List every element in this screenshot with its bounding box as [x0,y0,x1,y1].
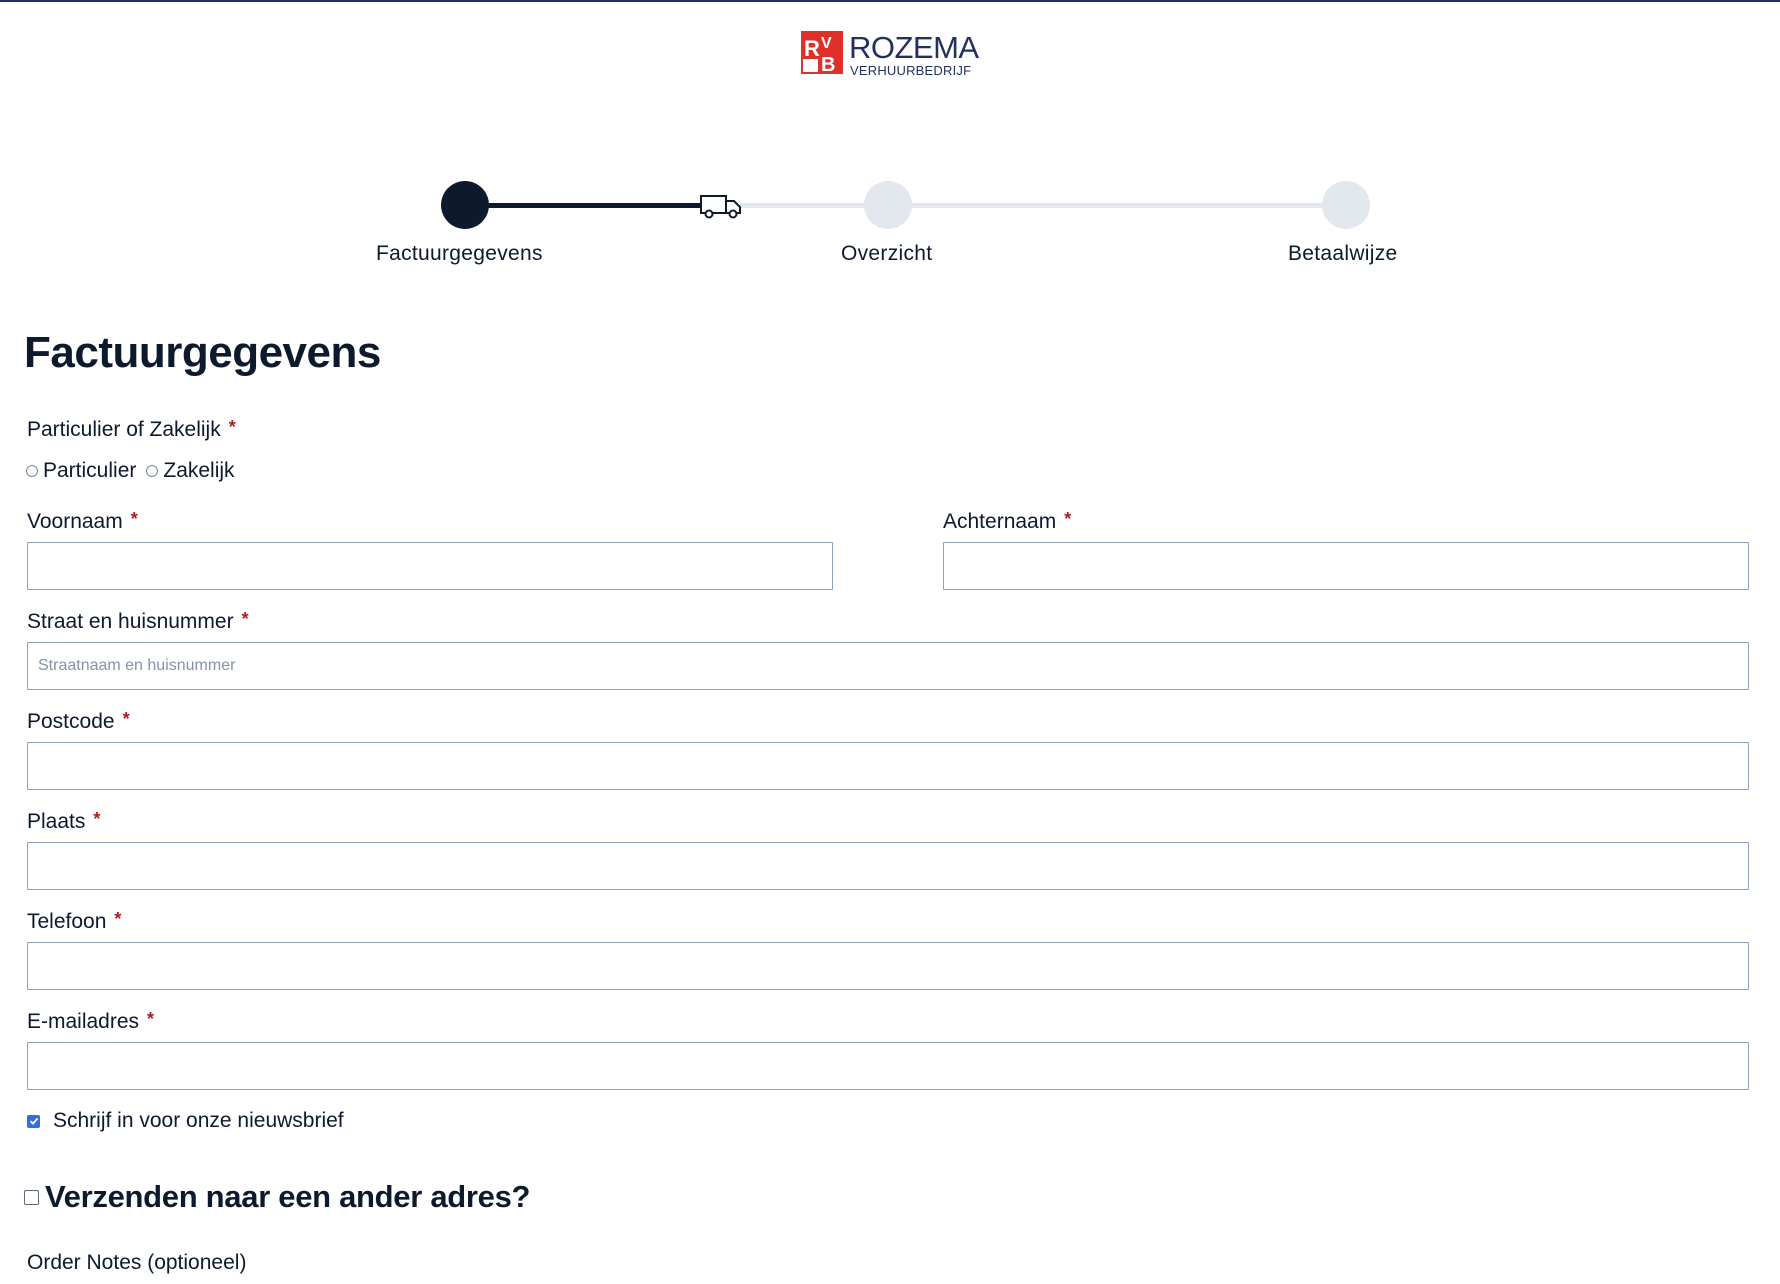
svg-text:B: B [821,54,835,74]
required-marker: * [228,417,236,437]
customer-type-radio-group: Particulier Zakelijk [26,457,245,485]
required-marker: * [114,909,122,929]
customer-type-label-text: Particulier of Zakelijk [27,418,221,441]
last-name-label: Achternaam * [943,509,1071,535]
step-label-overzicht[interactable]: Overzicht [841,242,932,266]
brand-logo[interactable]: R V B ROZEMA VERHUURBEDRIJF [801,30,981,78]
stepper-remaining-track [740,203,1346,208]
city-input[interactable] [27,842,1749,890]
newsletter-label[interactable]: Schrijf in voor onze nieuwsbrief [53,1109,344,1133]
brand-subtitle: VERHUURBEDRIJF [850,63,972,78]
email-label-text: E-mailadres [27,1010,140,1033]
phone-label-text: Telefoon [27,910,107,933]
newsletter-option: Schrijf in voor onze nieuwsbrief [27,1109,344,1133]
step-dot-betaalwijze[interactable] [1322,181,1370,229]
truck-icon [700,195,741,219]
required-marker: * [241,609,249,629]
last-name-label-text: Achternaam [943,510,1057,533]
order-notes-label: Order Notes (optioneel) [27,1251,247,1274]
phone-label: Telefoon * [27,909,121,935]
brand-name: ROZEMA [849,30,979,65]
phone-input[interactable] [27,942,1749,990]
page-title: Factuurgegevens [24,328,381,377]
city-label: Plaats * [27,809,100,835]
email-label: E-mailadres * [27,1009,154,1035]
postcode-label-text: Postcode [27,710,115,733]
ship-different-label[interactable]: Verzenden naar een ander adres? [45,1179,530,1215]
rvb-logo-icon: R V B [801,31,843,74]
required-marker: * [130,509,138,529]
ship-different-option: Verzenden naar een ander adres? [24,1179,530,1215]
step-dot-factuurgegevens[interactable] [441,181,489,229]
svg-text:V: V [821,35,832,52]
first-name-input[interactable] [27,542,833,590]
first-name-label: Voornaam * [27,509,138,535]
required-marker: * [1064,509,1072,529]
check-icon [29,1117,38,1125]
city-label-text: Plaats [27,810,86,833]
ship-different-checkbox[interactable] [24,1189,39,1205]
street-label: Straat en huisnummer * [27,609,249,635]
first-name-label-text: Voornaam [27,510,123,533]
radio-particulier-label[interactable]: Particulier [43,459,136,483]
required-marker: * [147,1009,155,1029]
svg-text:R: R [804,36,820,61]
stepper-progress-track [465,203,705,208]
street-input[interactable] [27,642,1749,690]
customer-type-label: Particulier of Zakelijk * [27,417,236,443]
step-dot-overzicht[interactable] [864,181,912,229]
step-label-betaalwijze[interactable]: Betaalwijze [1288,242,1398,266]
street-label-text: Straat en huisnummer [27,610,234,633]
radio-particulier[interactable] [26,465,38,477]
last-name-input[interactable] [943,542,1749,590]
postcode-label: Postcode * [27,709,130,735]
email-input[interactable] [27,1042,1749,1090]
required-marker: * [93,809,101,829]
step-label-factuurgegevens[interactable]: Factuurgegevens [376,242,543,266]
radio-zakelijk[interactable] [146,465,159,477]
postcode-input[interactable] [27,742,1749,790]
top-accent-line [0,0,1780,2]
radio-zakelijk-label[interactable]: Zakelijk [163,459,234,483]
required-marker: * [122,709,130,729]
newsletter-checkbox[interactable] [27,1114,40,1128]
